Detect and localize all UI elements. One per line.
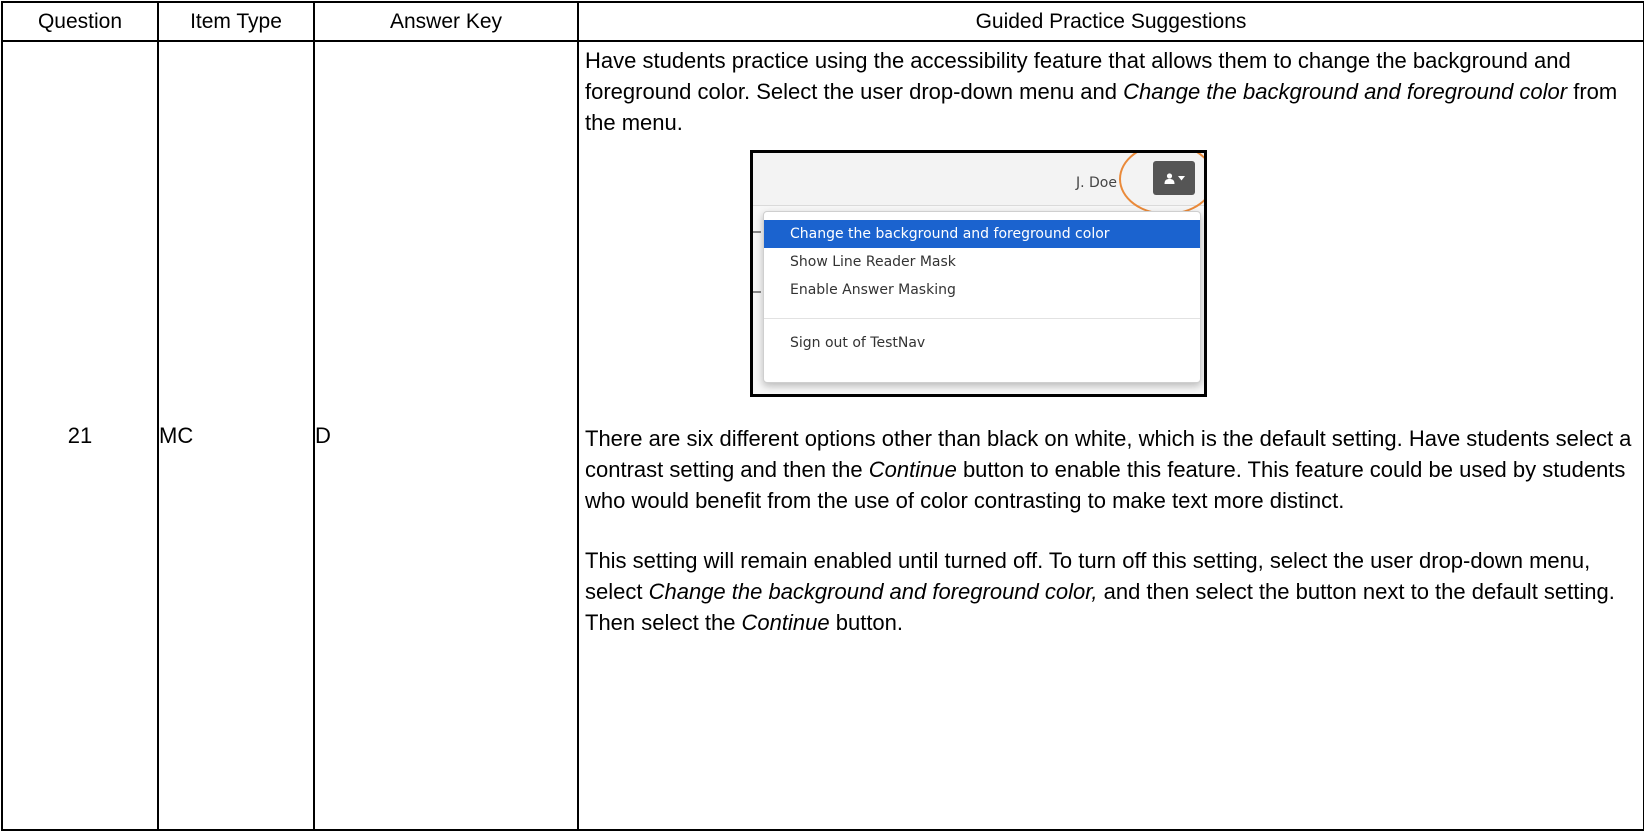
emphasis: Change the background and foreground col… [1123,79,1568,104]
header-item-type: Item Type [157,1,315,42]
guidance-paragraph-1: Have students practice using the accessi… [579,45,1643,138]
user-name: J. Doe [1076,175,1117,191]
emphasis: Continue [741,610,830,635]
header-guided-practice: Guided Practice Suggestions [577,1,1644,42]
question-number: 21 [1,40,159,831]
header-answer-key: Answer Key [313,1,579,42]
user-dropdown-menu: Change the background and foreground col… [763,211,1201,383]
screenshot-toolbar: J. Doe [753,153,1204,215]
menu-item-change-colors[interactable]: Change the background and foreground col… [764,220,1200,248]
menu-divider [764,318,1200,319]
table-row: 21 MC D Have students practice using the… [1,40,1644,831]
emphasis: Change the background and foreground col… [648,579,1098,604]
divider [753,231,761,233]
emphasis: Continue [868,457,957,482]
header-row: Question Item Type Answer Key Guided Pra… [1,1,1644,42]
divider [753,291,761,293]
menu-item-line-reader[interactable]: Show Line Reader Mask [764,248,1200,276]
header-question: Question [1,1,159,42]
text: button. [829,610,904,635]
highlight-circle [1119,153,1204,215]
guided-practice-table: Question Item Type Answer Key Guided Pra… [1,1,1644,831]
item-type: MC [157,40,315,831]
guidance-paragraph-2: There are six different options other th… [579,423,1643,516]
user-menu-screenshot: J. Doe Change the background and foregro… [750,150,1207,397]
menu-item-answer-masking[interactable]: Enable Answer Masking [764,276,1200,304]
answer-key: D [313,40,579,831]
menu-item-sign-out[interactable]: Sign out of TestNav [764,329,1200,357]
guidance-paragraph-3: This setting will remain enabled until t… [579,545,1643,638]
guided-practice-cell: Have students practice using the accessi… [577,40,1644,831]
